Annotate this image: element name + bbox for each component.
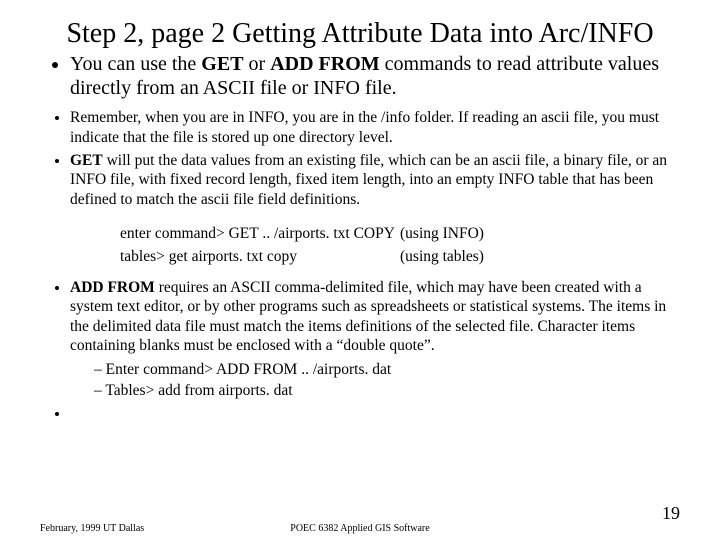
text: requires an ASCII comma-delimited file, … bbox=[70, 279, 666, 354]
footer-center: POEC 6382 Applied GIS Software bbox=[253, 523, 466, 534]
top-bullet-list: You can use the GET or ADD FROM commands… bbox=[40, 52, 680, 100]
footer-left: February, 1999 UT Dallas bbox=[40, 523, 253, 534]
text-bold: GET bbox=[201, 53, 243, 75]
command-block: enter command> GET .. /airports. txt COP… bbox=[120, 223, 680, 268]
dash-item: Tables> add from airports. dat bbox=[94, 381, 680, 400]
page-number: 19 bbox=[467, 503, 680, 524]
dash-list: Enter command> ADD FROM .. /airports. da… bbox=[70, 360, 680, 401]
command-text: tables> get airports. txt copy bbox=[120, 246, 400, 268]
text: You can use the bbox=[70, 53, 201, 75]
footer: February, 1999 UT Dallas POEC 6382 Appli… bbox=[40, 513, 680, 534]
command-row: tables> get airports. txt copy (using ta… bbox=[120, 246, 680, 268]
command-row: enter command> GET .. /airports. txt COP… bbox=[120, 223, 680, 245]
command-text: enter command> GET .. /airports. txt COP… bbox=[120, 223, 400, 245]
command-note: (using tables) bbox=[400, 246, 484, 268]
bullet-remember: Remember, when you are in INFO, you are … bbox=[70, 108, 680, 147]
bullet-main: You can use the GET or ADD FROM commands… bbox=[70, 52, 680, 100]
text: will put the data values from an existin… bbox=[70, 152, 667, 208]
bullet-addfrom: ADD FROM requires an ASCII comma-delimit… bbox=[70, 278, 680, 400]
text: or bbox=[244, 53, 271, 75]
slide: Step 2, page 2 Getting Attribute Data in… bbox=[0, 0, 720, 540]
dash-item: Enter command> ADD FROM .. /airports. da… bbox=[94, 360, 680, 379]
bullet-empty bbox=[70, 404, 680, 423]
text-bold: ADD FROM bbox=[270, 53, 379, 75]
sub-bullet-list: Remember, when you are in INFO, you are … bbox=[40, 108, 680, 209]
command-note: (using INFO) bbox=[400, 223, 484, 245]
sub-bullet-list-2: ADD FROM requires an ASCII comma-delimit… bbox=[40, 278, 680, 424]
text-bold: GET bbox=[70, 152, 103, 169]
text-bold: ADD FROM bbox=[70, 279, 155, 296]
bullet-get: GET will put the data values from an exi… bbox=[70, 151, 680, 209]
slide-title: Step 2, page 2 Getting Attribute Data in… bbox=[40, 18, 680, 50]
